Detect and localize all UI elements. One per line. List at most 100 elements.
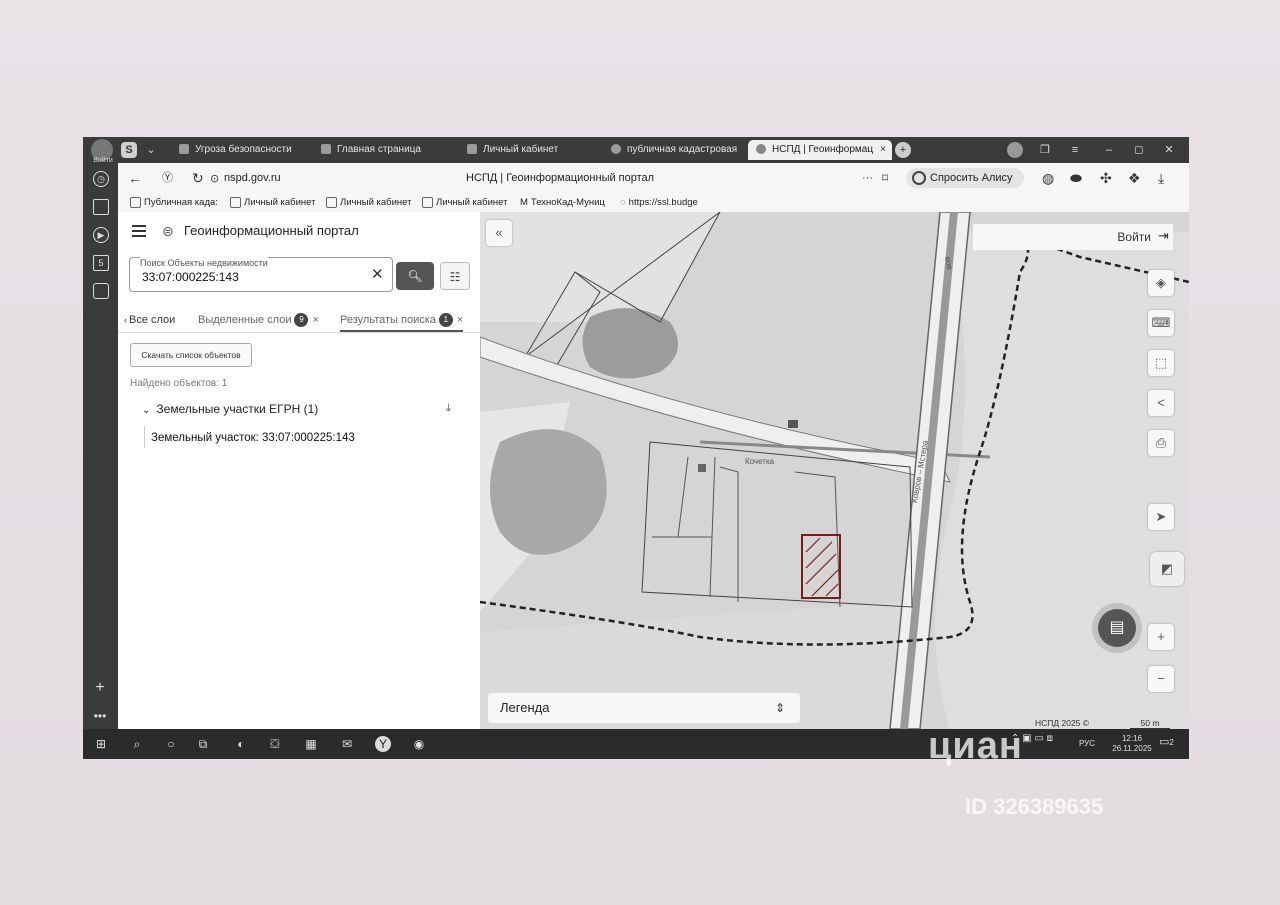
- search-icon: 🔍︎: [407, 269, 423, 283]
- shield-icon[interactable]: ⬬: [1070, 170, 1082, 186]
- close-tab-icon[interactable]: ×: [312, 314, 318, 326]
- zoom-out-button[interactable]: −: [1148, 666, 1174, 692]
- page-icon: [321, 144, 331, 155]
- app-round-icon[interactable]: ◉: [411, 736, 427, 752]
- puzzle-icon[interactable]: ✣: [1100, 170, 1112, 186]
- edge-icon[interactable]: ◐: [233, 736, 249, 752]
- search-value: 33:07:000225:143: [142, 270, 239, 284]
- window-close-icon[interactable]: ✕: [1161, 142, 1177, 158]
- download-icon[interactable]: ⤓: [1158, 170, 1164, 186]
- selected-layers-count: 9: [294, 313, 309, 328]
- street-label: Кочетка: [745, 457, 775, 466]
- task-view-icon[interactable]: ⧉: [195, 736, 211, 752]
- browser-logo-icon[interactable]: S: [121, 142, 137, 158]
- close-tab-icon[interactable]: ×: [880, 140, 886, 160]
- bookmark-budget[interactable]: ◌ https://ssl.budge: [620, 193, 698, 212]
- login-button[interactable]: Войти: [973, 224, 1173, 250]
- assistant-icon[interactable]: ◍: [1042, 170, 1054, 186]
- add-panel-icon[interactable]: +: [93, 680, 107, 696]
- legend-select[interactable]: Легенда: [488, 693, 800, 723]
- page-icon: [326, 196, 337, 208]
- search-icon[interactable]: ⌕: [129, 736, 145, 752]
- select-area-button[interactable]: ⬚: [1148, 350, 1174, 376]
- bookmark-personal-1[interactable]: Личный кабинет: [230, 193, 315, 212]
- collections-icon[interactable]: ❐: [1037, 142, 1053, 158]
- ask-alice-button[interactable]: Спросить Алису AI: [906, 168, 1024, 204]
- share-button[interactable]: <: [1148, 390, 1174, 416]
- collections-side-icon[interactable]: [93, 199, 109, 215]
- result-item[interactable]: Земельный участок: 33:07:000225:143: [151, 432, 355, 444]
- download-list-button[interactable]: Скачать список объектов: [130, 343, 252, 367]
- mail-icon[interactable]: ✉: [339, 736, 355, 752]
- minimize-icon[interactable]: –: [1101, 142, 1117, 158]
- chat-button[interactable]: ▤: [1098, 609, 1136, 647]
- hamburger-menu-icon[interactable]: [132, 225, 146, 227]
- tab-all-layers[interactable]: ‹ Все слои: [124, 310, 175, 330]
- globe-icon: [611, 144, 621, 155]
- menu-icon[interactable]: ≡: [1067, 142, 1083, 158]
- print-button[interactable]: ⎙: [1148, 430, 1174, 456]
- plus-icon: +: [1157, 629, 1165, 644]
- notification-count: 2: [1169, 738, 1174, 747]
- cadastral-map[interactable]: « Войти ⇥ ◈ ⌨ ⬚ < ⎙ ➤ + − ◩ ▤ Кочетка Ко…: [480, 212, 1189, 729]
- close-tab-icon[interactable]: ×: [457, 314, 463, 326]
- select-area-icon: ⬚: [1154, 355, 1168, 370]
- windows-start-icon[interactable]: ⊞: [93, 736, 109, 752]
- clock[interactable]: 12:16 26.11.2025: [1107, 734, 1157, 754]
- s-app-icon[interactable]: 5: [93, 255, 109, 271]
- found-count: Найдено объектов: 1: [130, 378, 228, 389]
- more-icon[interactable]: •••: [93, 709, 107, 723]
- tab-nspd-active[interactable]: НСПД | Геоинформац ×: [748, 140, 892, 160]
- history-icon[interactable]: ◷: [93, 171, 109, 187]
- page-icon: [422, 196, 433, 208]
- login-icon: ⇥: [1158, 228, 1169, 243]
- cortana-icon[interactable]: ○: [163, 736, 179, 752]
- keyboard-button[interactable]: ⌨: [1148, 310, 1174, 336]
- tab-public-cadastral-map[interactable]: публичная кадастровая: [611, 140, 747, 160]
- bookmark-icon[interactable]: ⌑: [882, 170, 888, 186]
- tab-main-page[interactable]: Главная страница: [321, 140, 461, 160]
- tab-personal-account[interactable]: Личный кабинет: [467, 140, 607, 160]
- bookmark-personal-2[interactable]: Личный кабинет: [326, 193, 411, 212]
- collapse-panel-button[interactable]: «: [486, 220, 512, 246]
- bookmark-personal-3[interactable]: Личный кабинет: [422, 193, 507, 212]
- map-building: [698, 464, 706, 472]
- play-icon[interactable]: ▶: [93, 227, 109, 243]
- layers-button[interactable]: ◈: [1148, 270, 1174, 296]
- bookmarks-bar: Публичная када: Личный кабинет Личный ка…: [118, 193, 1189, 212]
- clear-search-icon[interactable]: ✕: [371, 267, 384, 283]
- yandex-icon[interactable]: Ⓨ: [162, 170, 173, 186]
- store-icon[interactable]: ⛋: [267, 736, 283, 752]
- clock-time: 12:16: [1121, 734, 1143, 743]
- messenger-icon[interactable]: [93, 283, 109, 299]
- tab-search-results[interactable]: Результаты поиска 1 ×: [340, 310, 464, 332]
- group-download-icon[interactable]: ⤓: [446, 402, 451, 415]
- browser-tab-bar: Войти S ⌄ Угроза безопасности Главная ст…: [83, 137, 1189, 164]
- tab-security-threat[interactable]: Угроза безопасности: [179, 140, 319, 160]
- page-icon: [467, 144, 477, 155]
- zoom-in-button[interactable]: +: [1148, 624, 1174, 650]
- keyboard-icon: ⌨: [1151, 315, 1171, 330]
- maximize-icon[interactable]: ◻: [1131, 142, 1147, 158]
- language-indicator[interactable]: РУС: [1079, 739, 1095, 749]
- result-group[interactable]: ⌄ Земельные участки ЕГРН (1): [142, 402, 318, 416]
- reader-icon[interactable]: ❖: [1128, 170, 1141, 186]
- layers-icon: ◈: [1156, 275, 1166, 290]
- back-icon[interactable]: ←: [128, 170, 142, 186]
- side-tool-button[interactable]: ◩: [1150, 552, 1184, 586]
- search-button[interactable]: 🔍︎: [396, 262, 434, 290]
- yandex-browser-icon[interactable]: Y: [375, 736, 391, 752]
- tab-selected-layers[interactable]: Выделенные слои 9 ×: [198, 310, 319, 330]
- new-tab-icon[interactable]: +: [895, 142, 911, 158]
- notifications-icon[interactable]: ▭2: [1159, 737, 1174, 748]
- more-actions-icon[interactable]: ···: [862, 170, 873, 186]
- bookmark-technokad[interactable]: M ТехноКад-Муниц: [520, 193, 605, 212]
- reload-icon[interactable]: ↻: [192, 170, 204, 186]
- chevron-down-icon[interactable]: ⌄: [143, 142, 159, 158]
- locate-button[interactable]: ➤: [1148, 504, 1174, 530]
- site-info-icon[interactable]: ⊙: [210, 171, 219, 187]
- bookmark-public-cadastral[interactable]: Публичная када:: [130, 193, 218, 212]
- extension-icon[interactable]: [1007, 142, 1023, 158]
- app-icon[interactable]: ▦: [303, 736, 319, 752]
- filter-button[interactable]: ☷: [440, 262, 470, 290]
